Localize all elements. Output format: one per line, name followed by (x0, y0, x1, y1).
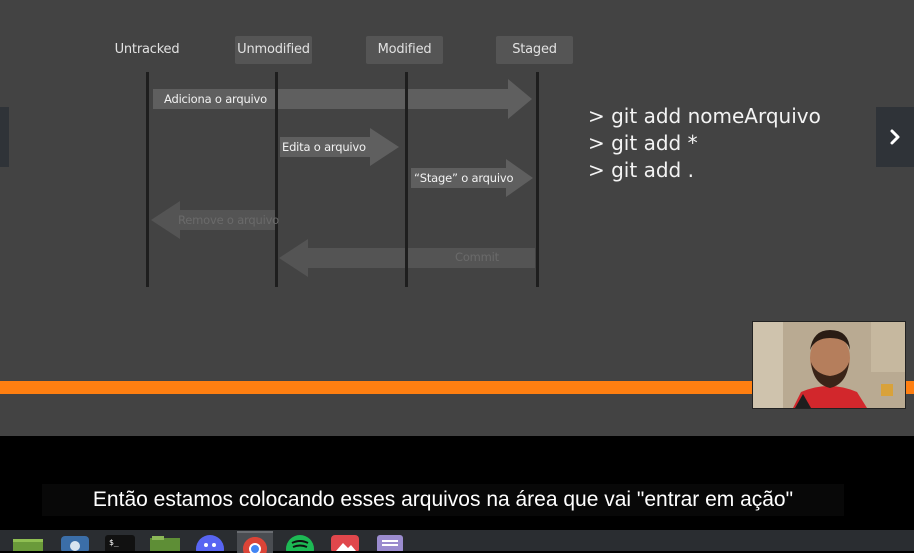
files-icon[interactable] (13, 534, 43, 551)
command-line-1: > git add nomeArquivo (588, 104, 821, 128)
presentation-slide: Untracked Unmodified Modified Staged Adi… (0, 0, 914, 436)
lifeline-modified (405, 72, 408, 287)
image-viewer-icon[interactable] (330, 534, 360, 551)
svg-text:$_: $_ (109, 538, 119, 547)
lifeline-unmodified (275, 72, 278, 287)
command-line-3: > git add . (588, 158, 694, 182)
previous-slide-button[interactable] (0, 107, 9, 167)
next-slide-button[interactable] (876, 107, 914, 167)
spotify-icon[interactable] (285, 534, 315, 551)
command-line-2: > git add * (588, 131, 698, 155)
taskbar: $_ (0, 530, 914, 553)
screenshot-icon[interactable] (60, 534, 90, 551)
video-caption: Então estamos colocando esses arquivos n… (92, 488, 794, 511)
chevron-right-icon (890, 129, 900, 145)
lifeline-staged (536, 72, 539, 287)
webcam-overlay (752, 321, 906, 409)
arrow-label-remove: Remove o arquivo (178, 213, 280, 227)
text-editor-icon[interactable] (375, 534, 405, 551)
presenter-video (753, 322, 905, 408)
chrome-icon[interactable] (237, 531, 273, 553)
arrow-label-edit: Edita o arquivo (282, 140, 366, 154)
arrow-label-add: Adiciona o arquivo (164, 92, 267, 106)
terminal-icon[interactable]: $_ (105, 534, 135, 551)
discord-icon[interactable] (195, 534, 225, 551)
lifeline-untracked (146, 72, 149, 287)
arrow-label-stage: “Stage” o arquivo (414, 171, 514, 185)
arrow-label-commit: Commit (455, 250, 499, 264)
folder-icon[interactable] (150, 534, 180, 551)
